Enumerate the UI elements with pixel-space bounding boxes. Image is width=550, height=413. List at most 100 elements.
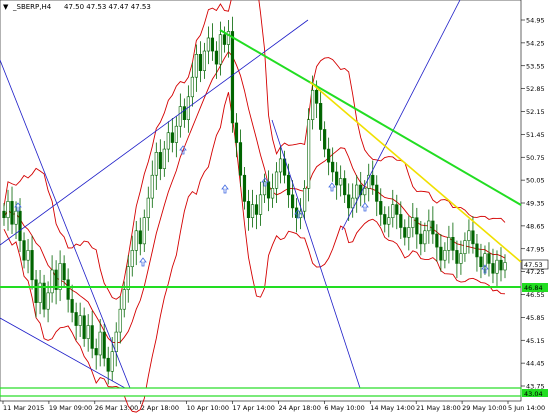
candle-body [415,217,419,235]
price-tick-label: 48.65 [526,222,545,230]
price-tick-label: 51.45 [526,131,545,139]
candle-body [315,89,319,104]
dropdown-icon[interactable]: ▼ [3,3,9,11]
price-tick-label: 54.25 [526,39,545,47]
candle-body [266,181,271,199]
candle-body [198,54,202,71]
candle-body [74,312,78,326]
candle-body [270,187,275,199]
candle-body [70,299,74,313]
candle-body [134,230,138,251]
price-tick-label: 49.35 [526,200,545,208]
candle-body [66,279,70,300]
candle-body [435,233,439,248]
candle-body [407,227,411,238]
candle-body [90,325,94,349]
candle-body [222,34,227,45]
candle-body [22,240,26,261]
price-tick-label: 50.05 [526,177,545,185]
symbol-timeframe: _SBERP,H4 [12,3,52,11]
time-tick-label: 6 May 10:00 [324,404,364,412]
candle-body [459,253,463,264]
candle-body [194,54,198,78]
price-tick-label: 45.15 [526,337,545,345]
candle-body [278,158,283,173]
candle-body [166,132,170,150]
candle-body [355,184,359,199]
candle-body [327,148,331,163]
candle-body [10,201,14,225]
level-price-label: 46.84 [524,284,543,292]
candle-body [34,279,38,303]
price-axis: 54.95 54.25 53.55 52.85 52.15 51.45 50.75 50.05… [521,17,545,391]
candle-body [419,233,423,245]
candle-body [254,204,259,215]
candle-body [150,174,154,199]
candle-body [26,250,30,261]
candle-body [50,269,54,294]
candle-body [78,315,82,326]
price-tick-label: 45.85 [526,314,545,322]
candle-body [439,246,443,261]
candle-body [391,204,395,219]
price-chart[interactable]: ▼ _SBERP,H4 47.50 47.53 47.47 47.53 54.9… [0,0,550,413]
candle-body [491,263,495,274]
candle-body [174,125,178,143]
candle-body [499,259,503,271]
candle-body [274,171,279,189]
candle-body [118,308,122,333]
time-tick-label: 11 Mar 2015 [3,404,44,412]
price-tick-label: 50.75 [526,154,545,162]
candle-body [46,292,50,310]
time-tick-label: 2 Apr 18:00 [141,404,179,412]
bottom-level-label: 43.04 [524,390,543,398]
candle-body [371,174,375,186]
time-tick-label: 14 May 14:00 [370,404,415,412]
price-tick-label: 53.55 [526,62,545,70]
candle-body [258,194,263,215]
candle-body [110,351,114,372]
candle-body [202,50,207,71]
candle-body [218,34,223,65]
candle-body [30,250,34,281]
candle-body [142,217,146,245]
price-tick-label: 52.85 [526,85,545,93]
candle-body [431,220,435,235]
price-tick-label: 52.15 [526,108,545,116]
candle-body [387,217,391,225]
candle-body [286,174,291,196]
candle-body [383,214,387,225]
candle-body [154,152,158,176]
candle-body [290,194,295,209]
candle-body [230,31,235,124]
candle-body [331,161,335,173]
candle-body [395,204,399,215]
candle-body [62,263,66,281]
candle-body [447,237,451,251]
candle-body [94,348,98,356]
candle-body [14,210,18,225]
chart-window[interactable]: ▼ _SBERP,H4 47.50 47.53 47.47 47.53 54.9… [0,0,550,413]
ohlc-readout: 47.50 47.53 47.47 47.53 [64,3,151,11]
candle-body [130,250,134,268]
price-tick-label: 47.25 [526,268,545,276]
candle-body [427,220,431,232]
candle-body [102,331,106,359]
current-price-label: 47.53 [524,261,543,269]
price-tick-label: 46.55 [526,291,545,299]
candle-body [206,37,211,52]
candle-body [399,214,403,228]
candle-body [475,243,479,258]
candle-body [471,230,475,245]
candle-body [379,201,383,215]
candle-body [467,230,471,241]
price-tick-label: 54.95 [526,17,545,25]
time-tick-label: 29 May 10:00 [462,404,507,412]
candle-body [479,256,483,268]
candle-body [487,253,491,264]
bottom-indicator-strip [0,387,522,397]
time-tick-label: 24 Apr 18:00 [278,404,320,412]
price-tick-label: 44.45 [526,360,545,368]
candle-body [319,103,323,130]
time-tick-label: 26 Mar 13:00 [95,404,138,412]
